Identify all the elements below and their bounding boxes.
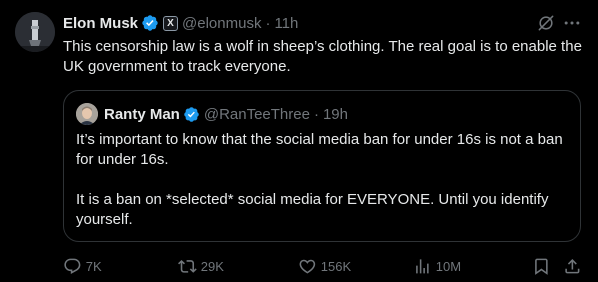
verified-badge-icon <box>142 15 158 31</box>
author-handle[interactable]: @elonmusk <box>182 15 261 32</box>
author-name[interactable]: Elon Musk <box>63 15 138 32</box>
quote-author-handle[interactable]: @RanTeeThree <box>204 106 310 123</box>
separator: · <box>313 105 319 123</box>
bookmark-icon <box>535 258 548 275</box>
view-count: 10M <box>435 258 462 274</box>
affiliate-badge[interactable]: X <box>163 15 179 31</box>
reply-count: 7K <box>85 258 102 274</box>
action-bar: 7K 29K 156K 10M <box>0 256 598 276</box>
tweet-text: This censorship law is a wolf in sheep’s… <box>63 38 582 75</box>
quote-text: It’s important to know that the social m… <box>76 130 570 230</box>
bookmark-button[interactable] <box>532 256 551 276</box>
repost-icon <box>178 259 197 273</box>
reply-button[interactable]: 7K <box>63 256 102 276</box>
like-count: 156K <box>320 258 352 274</box>
quote-header: Ranty Man @RanTeeThree · 19h <box>104 104 348 124</box>
quoted-tweet[interactable]: Ranty Man @RanTeeThree · 19h It’s import… <box>63 90 581 242</box>
quote-author-avatar[interactable] <box>76 103 98 125</box>
heart-icon <box>299 259 316 274</box>
like-button[interactable]: 156K <box>298 256 351 276</box>
quote-paragraph: It’s important to know that the social m… <box>76 131 563 168</box>
repost-button[interactable]: 29K <box>178 256 224 276</box>
more-icon[interactable] <box>562 13 582 33</box>
timestamp[interactable]: 11h <box>274 15 298 32</box>
views-button[interactable]: 10M <box>413 256 461 276</box>
repost-count: 29K <box>200 258 224 274</box>
separator: · <box>265 14 271 32</box>
grok-icon[interactable] <box>536 13 556 33</box>
quote-timestamp[interactable]: 19h <box>323 106 348 123</box>
quote-paragraph: It is a ban on *selected* social media f… <box>76 191 549 228</box>
share-icon <box>565 258 580 274</box>
views-icon <box>416 258 429 274</box>
tweet-header: Elon Musk X @elonmusk · 11h <box>63 13 298 33</box>
author-avatar[interactable] <box>15 12 55 52</box>
quote-author-name[interactable]: Ranty Man <box>104 106 180 123</box>
share-button[interactable] <box>563 256 582 276</box>
reply-icon <box>64 258 81 274</box>
verified-badge-icon <box>184 106 199 122</box>
